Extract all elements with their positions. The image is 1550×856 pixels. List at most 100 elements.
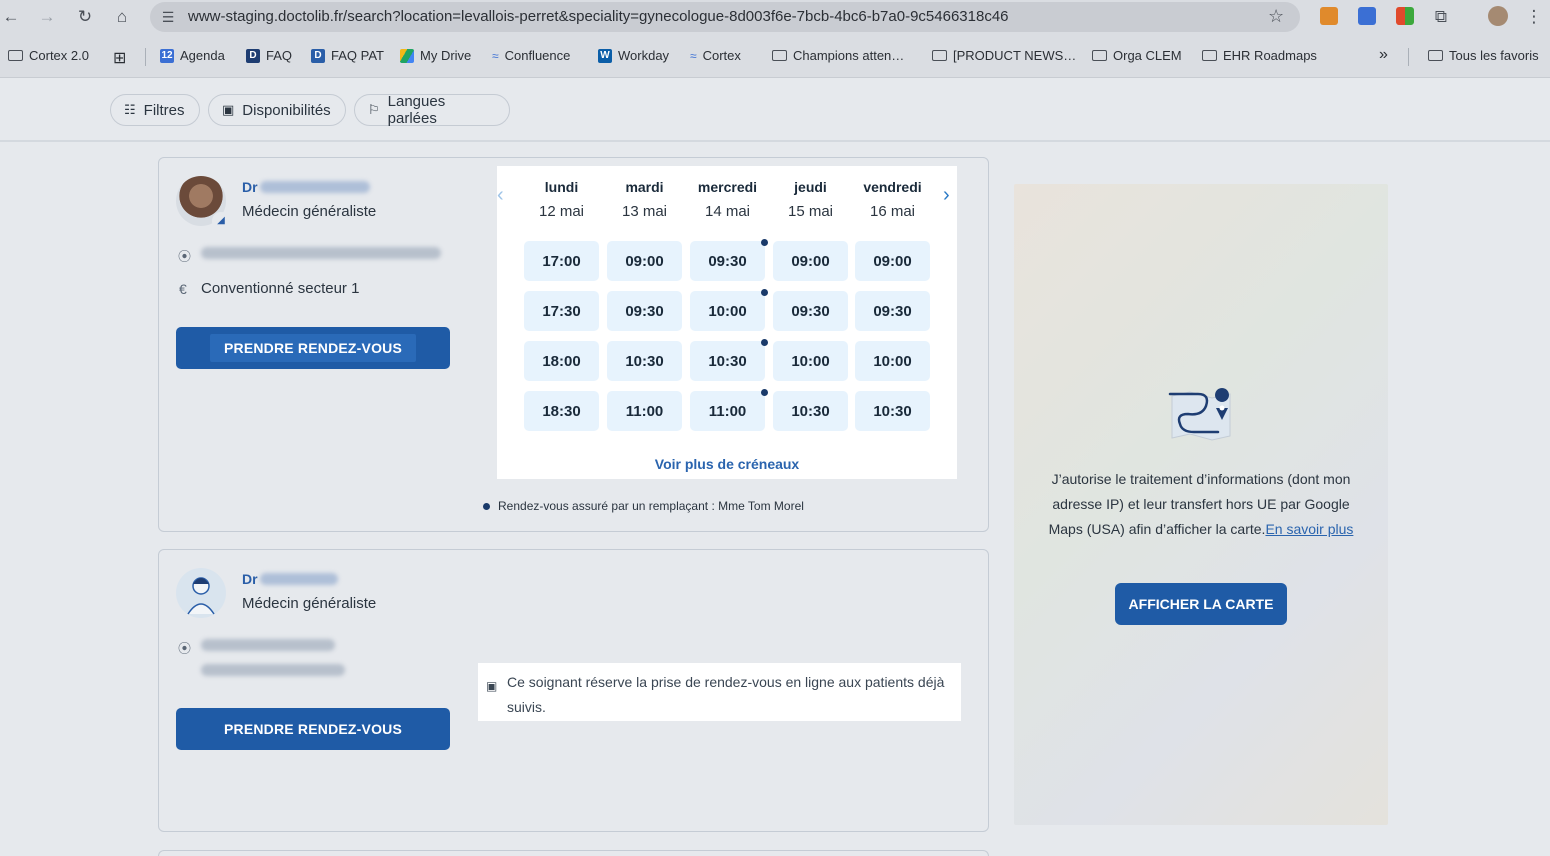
replacement-dot (761, 239, 768, 246)
forward-icon[interactable]: → (36, 6, 58, 28)
drive-icon (400, 48, 414, 63)
time-slot[interactable]: 10:00 (773, 341, 848, 381)
calendar-next-icon[interactable]: › (943, 184, 950, 207)
next-practitioner-card (158, 850, 989, 856)
time-slot[interactable]: 09:00 (773, 241, 848, 281)
bookmark-faq-pat[interactable]: D FAQ PAT (311, 48, 384, 63)
bookmark-folder-product-news[interactable]: [PRODUCT NEWS… (932, 48, 1076, 63)
time-slot[interactable]: 10:30 (607, 341, 682, 381)
day-header-vendredi: vendredi 16 mai (855, 166, 930, 220)
time-slot[interactable]: 09:30 (607, 291, 682, 331)
filters-button[interactable]: ☷ Filtres (110, 94, 200, 126)
time-slot[interactable]: 10:30 (690, 341, 765, 381)
day-date: 12 mai (538, 203, 585, 220)
time-slot[interactable]: 10:00 (855, 341, 930, 381)
puzzle-icon[interactable]: ⧉ (1430, 6, 1452, 28)
practitioner-name-blurred[interactable] (260, 181, 370, 193)
languages-button[interactable]: ⚐ Langues parlées (354, 93, 510, 127)
more-slots-link[interactable]: Voir plus de créneaux (497, 456, 957, 472)
time-slot[interactable]: 17:00 (524, 241, 599, 281)
bookmark-workday[interactable]: W Workday (598, 48, 669, 63)
day-name: mardi (625, 179, 664, 195)
address-blurred (201, 247, 441, 259)
video-consultation-icon: ◢ (212, 212, 230, 230)
bookmark-folder-orga-clem[interactable]: Orga CLEM (1092, 48, 1182, 63)
bookmark-agenda[interactable]: 12 Agenda (160, 48, 225, 63)
time-slot[interactable]: 10:30 (773, 391, 848, 431)
day-date: 16 mai (869, 203, 916, 220)
time-slot[interactable]: 10:30 (855, 391, 930, 431)
bookmark-folder-champions[interactable]: Champions atten… (772, 48, 904, 63)
filter-bar: ☷ Filtres ▣ Disponibilités ⚐ Langues parlée… (0, 78, 1550, 142)
home-icon[interactable]: ⌂ (111, 6, 133, 28)
microsoft-extension-icon[interactable] (1396, 7, 1414, 25)
bookmark-cortex[interactable]: ≈ Cortex (690, 48, 741, 63)
practitioner-specialty: Médecin généraliste (242, 595, 377, 612)
apps-grid-icon[interactable]: ⊞ (113, 48, 126, 68)
flag-icon: ⚐ (368, 102, 380, 117)
bookmark-folder-ehr-roadmaps[interactable]: EHR Roadmaps (1202, 48, 1317, 63)
time-slot[interactable]: 09:30 (690, 241, 765, 281)
time-slot[interactable]: 09:00 (607, 241, 682, 281)
calendar-icon: 12 (160, 48, 174, 63)
site-settings-icon[interactable]: ☰ (158, 7, 178, 27)
day-name: lundi (544, 179, 579, 195)
bookmark-confluence[interactable]: ≈ Confluence (492, 48, 570, 63)
bookmarks-bar: Cortex 2.0 ⊞ 12 Agenda D FAQ D FAQ PAT My D… (0, 34, 1550, 78)
address-line1-blurred (201, 639, 335, 651)
day-date: 15 mai (787, 203, 834, 220)
replacement-dot (761, 389, 768, 396)
map-consent-text: J’autorise le traitement d’informations … (1048, 471, 1354, 537)
bookmark-star-icon[interactable]: ☆ (1268, 6, 1284, 27)
bookmark-all-favorites[interactable]: Tous les favoris (1428, 48, 1539, 63)
confluence-icon: ≈ (492, 48, 499, 63)
learn-more-link[interactable]: En savoir plus (1265, 521, 1353, 537)
show-map-button[interactable]: AFFICHER LA CARTE (1115, 583, 1287, 625)
doctor-icon (187, 577, 215, 615)
extension-icon[interactable] (1320, 7, 1338, 25)
reload-icon[interactable]: ↻ (74, 6, 96, 28)
bookmark-cortex-2[interactable]: Cortex 2.0 (8, 48, 89, 63)
book-appointment-button[interactable]: PRENDRE RENDEZ-VOUS (176, 327, 450, 369)
availability-button[interactable]: ▣ Disponibilités (208, 94, 346, 126)
time-slot[interactable]: 18:00 (524, 341, 599, 381)
day-header-jeudi: jeudi 15 mai (773, 166, 848, 220)
gear-icon (8, 50, 23, 61)
practitioner-title[interactable]: Dr (242, 179, 258, 195)
time-slot[interactable]: 09:30 (773, 291, 848, 331)
day-name: jeudi (794, 179, 827, 195)
practitioner-name-blurred[interactable] (260, 573, 338, 585)
time-slot[interactable]: 10:00 (690, 291, 765, 331)
convention-sector: Conventionné secteur 1 (201, 280, 360, 297)
replacement-dot (761, 339, 768, 346)
time-slot[interactable]: 18:30 (524, 391, 599, 431)
time-slot[interactable]: 11:00 (607, 391, 682, 431)
time-slot[interactable]: 09:00 (855, 241, 930, 281)
practitioner-title[interactable]: Dr (242, 571, 258, 587)
folder-icon (772, 50, 787, 61)
url-text[interactable]: www-staging.doctolib.fr/search?location=… (188, 8, 1009, 25)
bookmark-divider (1408, 48, 1409, 66)
time-slot[interactable]: 17:30 (524, 291, 599, 331)
bookmark-faq[interactable]: D FAQ (246, 48, 292, 63)
day-name: vendredi (863, 179, 922, 195)
calendar-icon: ▣ (222, 102, 235, 117)
calendar-prev-icon[interactable]: ‹ (497, 184, 504, 207)
euro-icon: € (179, 281, 187, 297)
back-icon[interactable]: ← (0, 6, 22, 28)
book-appointment-button[interactable]: PRENDRE RENDEZ-VOUS (176, 708, 450, 750)
time-slot[interactable]: 11:00 (690, 391, 765, 431)
grid-extension-icon[interactable] (1358, 7, 1376, 25)
calendar-icon: ▣ (486, 679, 498, 693)
folder-icon (932, 50, 947, 61)
day-date: 13 mai (621, 203, 668, 220)
bookmark-my-drive[interactable]: My Drive (400, 48, 471, 63)
profile-avatar[interactable] (1488, 6, 1508, 26)
sliders-icon: ☷ (124, 102, 136, 117)
time-slot[interactable]: 09:30 (855, 291, 930, 331)
day-header-mardi: mardi 13 mai (607, 166, 682, 220)
workday-icon: W (598, 48, 612, 63)
menu-kebab-icon[interactable]: ⋮ (1523, 6, 1545, 28)
address-line2-blurred (201, 664, 345, 676)
bookmarks-overflow-button[interactable]: » (1379, 46, 1388, 64)
